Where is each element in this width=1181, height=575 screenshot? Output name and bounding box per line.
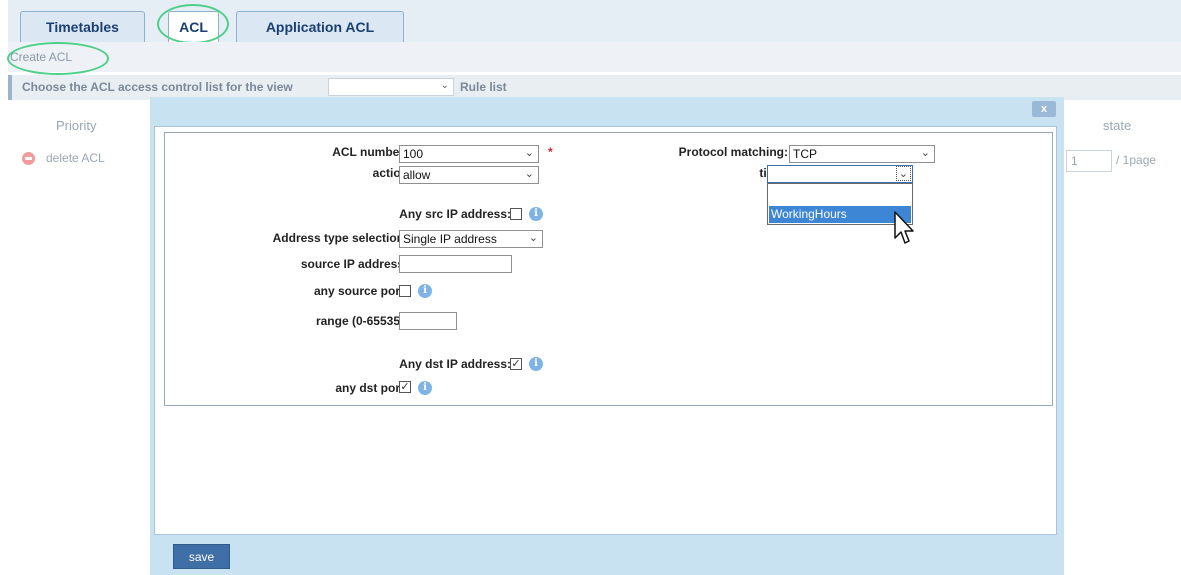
acl-number-value: 100 bbox=[403, 147, 424, 161]
dialog-content: ACL number: 100 ⌄ * action allow ⌄ Proto… bbox=[154, 126, 1057, 535]
range-label: range (0-65535): bbox=[315, 314, 408, 328]
state-column-header: state bbox=[1103, 118, 1132, 133]
rule-list-label: Rule list bbox=[460, 80, 507, 94]
any-dst-ip-checkbox[interactable]: ✓ bbox=[510, 358, 522, 370]
time-dropdown-list: WorkingHours bbox=[767, 183, 913, 225]
any-source-port-checkbox[interactable] bbox=[399, 285, 411, 297]
address-type-label: Address type selection: bbox=[272, 231, 408, 245]
acl-number-label: ACL number: bbox=[332, 145, 408, 159]
toolbar bbox=[8, 42, 1181, 72]
tab-timetables[interactable]: Timetables bbox=[20, 11, 145, 42]
info-icon[interactable]: i bbox=[418, 284, 432, 298]
create-acl-highlight-ring bbox=[7, 42, 109, 75]
time-option-workinghours[interactable]: WorkingHours bbox=[769, 206, 911, 223]
address-type-select[interactable]: Single IP address ⌄ bbox=[399, 230, 543, 248]
page-count-label: / 1page bbox=[1116, 153, 1157, 167]
any-source-port-label: any source port: bbox=[313, 284, 408, 298]
any-dst-port-checkbox[interactable]: ✓ bbox=[399, 381, 411, 393]
close-icon[interactable]: x bbox=[1032, 101, 1056, 117]
any-dst-ip-label: Any dst IP address: bbox=[399, 357, 511, 371]
acl-number-select[interactable]: 100 ⌄ bbox=[399, 145, 539, 163]
address-type-value: Single IP address bbox=[403, 232, 497, 246]
time-select[interactable]: ⌄ bbox=[767, 165, 913, 183]
protocol-value: TCP bbox=[793, 147, 817, 161]
minus-circle-icon bbox=[22, 152, 35, 165]
info-icon[interactable]: i bbox=[529, 207, 543, 221]
any-dst-port-label: any dst port: bbox=[335, 381, 408, 395]
acl-form: ACL number: 100 ⌄ * action allow ⌄ Proto… bbox=[164, 132, 1053, 406]
acl-tab-highlight-ring bbox=[157, 4, 229, 44]
choose-acl-label: Choose the ACL access control list for t… bbox=[22, 80, 293, 94]
chevron-down-icon: ⌄ bbox=[524, 147, 534, 159]
chevron-down-icon: ⌄ bbox=[524, 168, 534, 180]
chevron-down-icon: ⌄ bbox=[920, 147, 930, 159]
info-icon[interactable]: i bbox=[418, 381, 432, 395]
action-value: allow bbox=[403, 168, 431, 182]
required-marker: * bbox=[548, 145, 553, 159]
source-ip-input[interactable] bbox=[399, 255, 512, 273]
any-src-ip-checkbox[interactable] bbox=[510, 208, 522, 220]
action-select[interactable]: allow ⌄ bbox=[399, 166, 539, 184]
tab-application-acl[interactable]: Application ACL bbox=[236, 11, 404, 42]
save-button[interactable]: save bbox=[173, 544, 230, 569]
source-ip-label: source IP address: bbox=[300, 257, 408, 271]
chevron-down-icon: ⌄ bbox=[528, 232, 538, 244]
protocol-select[interactable]: TCP ⌄ bbox=[789, 145, 935, 163]
range-input[interactable] bbox=[399, 312, 457, 330]
chevron-down-icon: ⌄ bbox=[895, 166, 911, 181]
protocol-matching-label: Protocol matching: bbox=[678, 145, 788, 159]
acl-view-select[interactable]: ⌄ bbox=[328, 78, 454, 96]
any-src-ip-label: Any src IP address: bbox=[399, 207, 511, 221]
priority-column-header: Priority bbox=[56, 118, 97, 133]
page-number-input[interactable]: 1 bbox=[1066, 150, 1112, 172]
mouse-pointer-icon bbox=[894, 211, 914, 244]
chevron-down-icon: ⌄ bbox=[440, 80, 449, 91]
create-acl-dialog: x ACL number: 100 ⌄ * action allow ⌄ Pro… bbox=[150, 97, 1064, 575]
info-icon[interactable]: i bbox=[529, 357, 543, 371]
delete-acl-button[interactable]: delete ACL bbox=[46, 151, 105, 165]
